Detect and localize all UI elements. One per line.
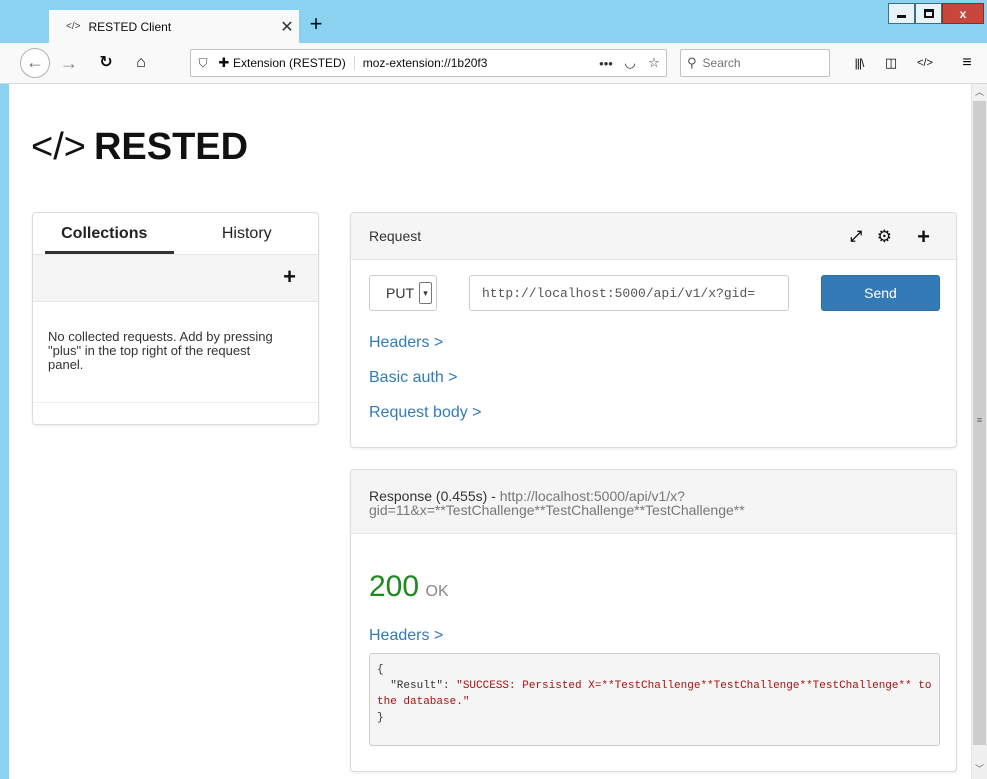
minimize-icon	[897, 15, 906, 18]
response-panel-header: Response (0.455s) - http://localhost:500…	[351, 470, 956, 534]
method-value: PUT	[386, 285, 414, 301]
window-left-border	[0, 84, 9, 779]
maximize-button[interactable]	[915, 3, 942, 24]
maximize-icon	[923, 9, 934, 18]
collections-toolbar: +	[33, 255, 318, 302]
home-button[interactable]: ⌂	[130, 53, 152, 73]
json-value: "SUCCESS: Persisted X=**TestChallenge**T…	[377, 680, 939, 708]
search-icon: ⚲	[687, 55, 697, 70]
request-panel-title: Request	[369, 228, 422, 244]
close-tab-icon[interactable]: ✕	[275, 17, 299, 37]
expand-icon[interactable]: ⤢	[850, 213, 862, 260]
request-url-input[interactable]	[469, 275, 789, 311]
browser-titlebar: </> RESTED Client ✕ + x	[0, 0, 987, 43]
page-title: </> RESTED	[31, 126, 248, 169]
new-tab-button[interactable]: +	[302, 11, 330, 39]
rested-extension-icon[interactable]: </>	[914, 53, 936, 73]
app-title-text: RESTED	[93, 126, 249, 168]
request-panel-header: Request ⤢ ⚙ +	[351, 213, 956, 260]
response-headers-link[interactable]: Headers >	[369, 627, 443, 645]
bookmark-star-icon[interactable]: ☆	[642, 55, 666, 71]
puzzle-icon: ✚	[218, 55, 230, 70]
close-icon: x	[959, 6, 967, 21]
method-select[interactable]: PUT ▾	[369, 275, 437, 311]
request-body-link[interactable]: Request body >	[369, 404, 482, 422]
close-window-button[interactable]: x	[942, 3, 984, 24]
request-headers-link[interactable]: Headers >	[369, 334, 443, 352]
code-icon: </>	[66, 21, 81, 32]
send-button[interactable]: Send	[821, 275, 940, 311]
json-key: "Result"	[390, 680, 444, 692]
response-body: { "Result": "SUCCESS: Persisted X=**Test…	[369, 653, 940, 746]
scrollbar-thumb[interactable]: ≡	[973, 101, 986, 745]
gear-icon[interactable]: ⚙	[877, 213, 892, 260]
scroll-down-arrow-icon[interactable]: ﹀	[972, 761, 987, 777]
empty-collections-message: No collected requests. Add by pressing "…	[48, 329, 273, 372]
minimize-button[interactable]	[888, 3, 915, 24]
library-icon[interactable]: |||\	[848, 53, 870, 73]
json-open-brace: {	[377, 664, 384, 676]
navigation-toolbar: ← → ↻ ⌂ ⛉ ✚ Extension (RESTED) moz-exten…	[0, 43, 987, 84]
tab-collections[interactable]: Collections	[33, 213, 176, 254]
status-line: 200 OK	[369, 570, 449, 604]
status-text: OK	[425, 583, 449, 600]
forward-button[interactable]: →	[58, 53, 80, 73]
hamburger-menu-icon[interactable]: ≡	[956, 53, 978, 73]
status-code: 200	[369, 570, 420, 603]
site-identity-label[interactable]: Extension (RESTED)	[233, 56, 355, 70]
scroll-up-arrow-icon[interactable]: ︿	[972, 84, 987, 100]
chevron-down-icon: ▾	[419, 282, 432, 304]
page-actions-icon[interactable]: •••	[594, 56, 618, 71]
add-request-icon[interactable]: +	[917, 213, 930, 260]
json-close-brace: }	[377, 712, 384, 724]
tab-title: RESTED Client	[88, 19, 172, 34]
scroll-grip-icon: ≡	[976, 415, 983, 425]
search-placeholder: Search	[702, 56, 741, 70]
address-bar[interactable]: ⛉ ✚ Extension (RESTED) moz-extension://1…	[190, 49, 667, 77]
collections-footer	[33, 402, 318, 424]
collections-panel: Collections History + No collected reque…	[32, 212, 319, 425]
code-icon: </>	[31, 126, 86, 168]
browser-tab[interactable]: </> RESTED Client ✕	[49, 10, 299, 43]
response-panel: Response (0.455s) - http://localhost:500…	[350, 469, 957, 772]
tab-history[interactable]: History	[176, 213, 319, 254]
address-url[interactable]: moz-extension://1b20f3	[355, 56, 594, 70]
add-collection-icon[interactable]: +	[283, 266, 296, 288]
pocket-icon[interactable]: ◡	[618, 55, 642, 71]
sidebar-icon[interactable]: ◫	[880, 53, 902, 73]
back-button[interactable]: ←	[20, 48, 50, 78]
reload-button[interactable]: ↻	[96, 53, 116, 73]
request-panel: Request ⤢ ⚙ + PUT ▾ Send Headers > Basic…	[350, 212, 957, 448]
page-scrollbar[interactable]: ︿ ≡ ﹀	[971, 84, 987, 779]
basic-auth-link[interactable]: Basic auth >	[369, 369, 458, 387]
shield-icon[interactable]: ⛉	[191, 56, 215, 71]
search-bar[interactable]: ⚲ Search	[680, 49, 830, 77]
panel-tabs: Collections History	[33, 213, 318, 255]
